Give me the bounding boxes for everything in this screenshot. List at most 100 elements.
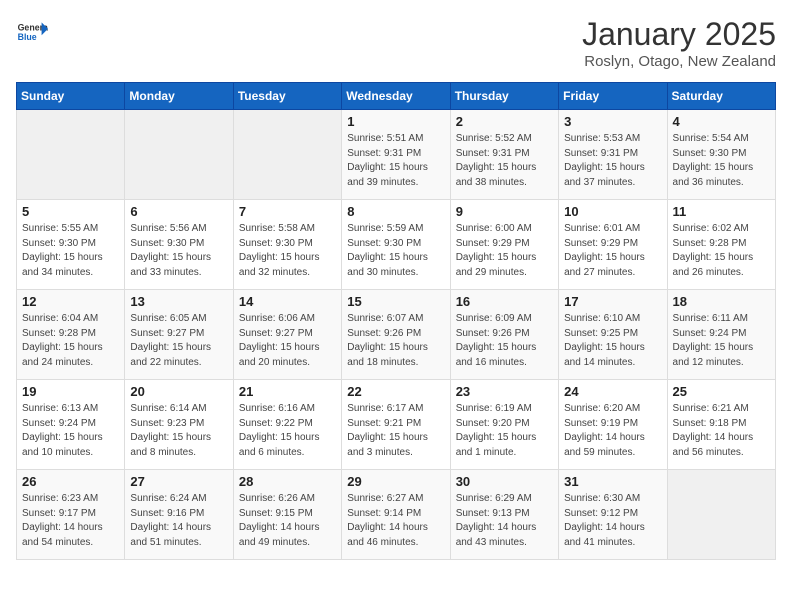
day-info: Sunrise: 6:09 AM Sunset: 9:26 PM Dayligh… bbox=[456, 312, 553, 370]
calendar-cell: 19Sunrise: 6:13 AM Sunset: 9:24 PM Dayli… bbox=[17, 380, 125, 470]
day-number: 14 bbox=[239, 294, 336, 309]
day-info: Sunrise: 5:53 AM Sunset: 9:31 PM Dayligh… bbox=[564, 132, 661, 190]
day-info: Sunrise: 6:23 AM Sunset: 9:17 PM Dayligh… bbox=[22, 492, 119, 550]
day-info: Sunrise: 6:11 AM Sunset: 9:24 PM Dayligh… bbox=[673, 312, 770, 370]
day-info: Sunrise: 6:17 AM Sunset: 9:21 PM Dayligh… bbox=[347, 402, 444, 460]
day-number: 23 bbox=[456, 384, 553, 399]
calendar-cell: 2 Sunrise: 5:52 AM Sunset: 9:31 PM Daylig… bbox=[450, 110, 558, 200]
month-title: January 2025 bbox=[582, 16, 776, 53]
location: Roslyn, Otago, New Zealand bbox=[582, 53, 776, 70]
day-number: 4 bbox=[673, 114, 770, 129]
page-header: General Blue January 2025 Roslyn, Otago,… bbox=[16, 16, 776, 70]
day-number: 16 bbox=[456, 294, 553, 309]
logo: General Blue bbox=[16, 16, 48, 48]
calendar-cell: 24 Sunrise: 6:20 AM Sunset: 9:19 PM Dayli… bbox=[559, 380, 667, 470]
day-number: 20 bbox=[130, 384, 227, 399]
day-info: Sunrise: 6:04 AM Sunset: 9:28 PM Dayligh… bbox=[22, 312, 119, 370]
day-info: Sunrise: 6:05 AM Sunset: 9:27 PM Dayligh… bbox=[130, 312, 227, 370]
logo-icon: General Blue bbox=[16, 16, 48, 48]
calendar-cell: 10 Sunrise: 6:01 AM Sunset: 9:29 PM Dayli… bbox=[559, 200, 667, 290]
calendar-table: SundayMondayTuesdayWednesdayThursdayFrid… bbox=[16, 82, 776, 560]
calendar-cell: 31 Sunrise: 6:30 AM Sunset: 9:12 PM Dayli… bbox=[559, 470, 667, 560]
day-number: 11 bbox=[673, 204, 770, 219]
svg-text:Blue: Blue bbox=[18, 32, 37, 42]
weekday-header-tuesday: Tuesday bbox=[233, 83, 341, 110]
calendar-cell bbox=[17, 110, 125, 200]
day-number: 24 bbox=[564, 384, 661, 399]
day-info: Sunrise: 5:55 AM Sunset: 9:30 PM Dayligh… bbox=[22, 222, 119, 280]
day-number: 3 bbox=[564, 114, 661, 129]
calendar-cell: 30 Sunrise: 6:29 AM Sunset: 9:13 PM Dayli… bbox=[450, 470, 558, 560]
calendar-cell: 1 Sunrise: 5:51 AM Sunset: 9:31 PM Daylig… bbox=[342, 110, 450, 200]
day-info: Sunrise: 5:52 AM Sunset: 9:31 PM Dayligh… bbox=[456, 132, 553, 190]
calendar-cell: 5 Sunrise: 5:55 AM Sunset: 9:30 PM Daylig… bbox=[17, 200, 125, 290]
weekday-header-wednesday: Wednesday bbox=[342, 83, 450, 110]
day-number: 28 bbox=[239, 474, 336, 489]
day-info: Sunrise: 6:01 AM Sunset: 9:29 PM Dayligh… bbox=[564, 222, 661, 280]
day-info: Sunrise: 6:29 AM Sunset: 9:13 PM Dayligh… bbox=[456, 492, 553, 550]
day-info: Sunrise: 6:00 AM Sunset: 9:29 PM Dayligh… bbox=[456, 222, 553, 280]
calendar-cell: 13Sunrise: 6:05 AM Sunset: 9:27 PM Dayli… bbox=[125, 290, 233, 380]
calendar-cell: 27Sunrise: 6:24 AM Sunset: 9:16 PM Dayli… bbox=[125, 470, 233, 560]
day-info: Sunrise: 6:24 AM Sunset: 9:16 PM Dayligh… bbox=[130, 492, 227, 550]
calendar-cell: 29 Sunrise: 6:27 AM Sunset: 9:14 PM Dayli… bbox=[342, 470, 450, 560]
calendar-cell: 9 Sunrise: 6:00 AM Sunset: 9:29 PM Daylig… bbox=[450, 200, 558, 290]
day-info: Sunrise: 6:06 AM Sunset: 9:27 PM Dayligh… bbox=[239, 312, 336, 370]
day-info: Sunrise: 6:21 AM Sunset: 9:18 PM Dayligh… bbox=[673, 402, 770, 460]
weekday-header-sunday: Sunday bbox=[17, 83, 125, 110]
day-number: 6 bbox=[130, 204, 227, 219]
weekday-header-friday: Friday bbox=[559, 83, 667, 110]
day-info: Sunrise: 6:20 AM Sunset: 9:19 PM Dayligh… bbox=[564, 402, 661, 460]
day-number: 22 bbox=[347, 384, 444, 399]
day-number: 30 bbox=[456, 474, 553, 489]
day-number: 17 bbox=[564, 294, 661, 309]
weekday-header-thursday: Thursday bbox=[450, 83, 558, 110]
calendar-cell: 12 Sunrise: 6:04 AM Sunset: 9:28 PM Dayli… bbox=[17, 290, 125, 380]
day-info: Sunrise: 6:30 AM Sunset: 9:12 PM Dayligh… bbox=[564, 492, 661, 550]
calendar-cell: 8 Sunrise: 5:59 AM Sunset: 9:30 PM Daylig… bbox=[342, 200, 450, 290]
day-info: Sunrise: 6:27 AM Sunset: 9:14 PM Dayligh… bbox=[347, 492, 444, 550]
day-info: Sunrise: 6:10 AM Sunset: 9:25 PM Dayligh… bbox=[564, 312, 661, 370]
day-number: 21 bbox=[239, 384, 336, 399]
calendar-cell bbox=[667, 470, 775, 560]
calendar-cell: 25 Sunrise: 6:21 AM Sunset: 9:18 PM Dayli… bbox=[667, 380, 775, 470]
day-number: 10 bbox=[564, 204, 661, 219]
calendar-cell: 6Sunrise: 5:56 AM Sunset: 9:30 PM Daylig… bbox=[125, 200, 233, 290]
day-number: 15 bbox=[347, 294, 444, 309]
calendar-cell: 16 Sunrise: 6:09 AM Sunset: 9:26 PM Dayli… bbox=[450, 290, 558, 380]
calendar-cell bbox=[125, 110, 233, 200]
weekday-header-saturday: Saturday bbox=[667, 83, 775, 110]
day-number: 5 bbox=[22, 204, 119, 219]
calendar-cell: 7 Sunrise: 5:58 AM Sunset: 9:30 PM Daylig… bbox=[233, 200, 341, 290]
calendar-cell: 28Sunrise: 6:26 AM Sunset: 9:15 PM Dayli… bbox=[233, 470, 341, 560]
day-number: 31 bbox=[564, 474, 661, 489]
calendar-cell: 21Sunrise: 6:16 AM Sunset: 9:22 PM Dayli… bbox=[233, 380, 341, 470]
title-block: January 2025 Roslyn, Otago, New Zealand bbox=[582, 16, 776, 70]
day-number: 8 bbox=[347, 204, 444, 219]
day-number: 26 bbox=[22, 474, 119, 489]
day-number: 18 bbox=[673, 294, 770, 309]
calendar-cell: 15 Sunrise: 6:07 AM Sunset: 9:26 PM Dayli… bbox=[342, 290, 450, 380]
day-number: 1 bbox=[347, 114, 444, 129]
day-number: 12 bbox=[22, 294, 119, 309]
day-info: Sunrise: 6:14 AM Sunset: 9:23 PM Dayligh… bbox=[130, 402, 227, 460]
calendar-cell: 23 Sunrise: 6:19 AM Sunset: 9:20 PM Dayli… bbox=[450, 380, 558, 470]
calendar-cell: 17 Sunrise: 6:10 AM Sunset: 9:25 PM Dayli… bbox=[559, 290, 667, 380]
day-number: 25 bbox=[673, 384, 770, 399]
calendar-cell: 3 Sunrise: 5:53 AM Sunset: 9:31 PM Daylig… bbox=[559, 110, 667, 200]
day-number: 29 bbox=[347, 474, 444, 489]
day-number: 9 bbox=[456, 204, 553, 219]
calendar-cell: 26 Sunrise: 6:23 AM Sunset: 9:17 PM Dayli… bbox=[17, 470, 125, 560]
day-info: Sunrise: 6:19 AM Sunset: 9:20 PM Dayligh… bbox=[456, 402, 553, 460]
calendar-cell: 4Sunrise: 5:54 AM Sunset: 9:30 PM Daylig… bbox=[667, 110, 775, 200]
day-info: Sunrise: 5:58 AM Sunset: 9:30 PM Dayligh… bbox=[239, 222, 336, 280]
calendar-cell: 22 Sunrise: 6:17 AM Sunset: 9:21 PM Dayli… bbox=[342, 380, 450, 470]
day-info: Sunrise: 5:51 AM Sunset: 9:31 PM Dayligh… bbox=[347, 132, 444, 190]
day-number: 7 bbox=[239, 204, 336, 219]
day-info: Sunrise: 5:59 AM Sunset: 9:30 PM Dayligh… bbox=[347, 222, 444, 280]
day-number: 2 bbox=[456, 114, 553, 129]
calendar-cell bbox=[233, 110, 341, 200]
day-info: Sunrise: 6:07 AM Sunset: 9:26 PM Dayligh… bbox=[347, 312, 444, 370]
day-number: 19 bbox=[22, 384, 119, 399]
day-info: Sunrise: 6:02 AM Sunset: 9:28 PM Dayligh… bbox=[673, 222, 770, 280]
